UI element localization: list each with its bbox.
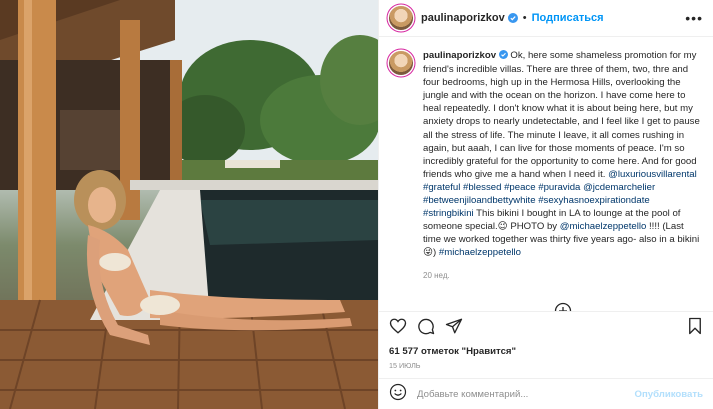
mention-michaelzeppetello[interactable]: @michaelzeppetello (560, 221, 647, 232)
bookmark-icon[interactable] (687, 317, 703, 335)
author-avatar[interactable] (389, 6, 413, 30)
hashtag-peace[interactable]: #peace (504, 182, 535, 193)
comment-input[interactable] (415, 387, 635, 401)
caption-username[interactable]: paulinaporizkov (423, 50, 496, 61)
hashtag-stringbikini[interactable]: #stringbikini (423, 208, 474, 219)
post-age: 20 нед. (423, 270, 450, 280)
caption-avatar[interactable] (389, 51, 413, 75)
post-header: paulinaporizkov • Подписаться ••• (379, 0, 713, 37)
caption-part-5: ) (433, 247, 437, 259)
caption-area: paulinaporizkov Ok, here some shameless … (379, 37, 713, 311)
comment-box: Опубликовать (379, 378, 713, 409)
smiley-icon[interactable] (389, 383, 407, 406)
action-bar (379, 311, 713, 340)
author-username[interactable]: paulinaporizkov (421, 12, 505, 24)
speech-bubble-icon[interactable] (417, 317, 435, 335)
post-photo[interactable] (0, 0, 378, 409)
post-date: 15 июль (389, 361, 421, 370)
heart-icon[interactable] (389, 317, 407, 335)
likes-count[interactable]: 61 577 отметок "Нравится" (379, 340, 713, 357)
mention-jcdemarchelier[interactable]: @jcdemarchelier (583, 182, 655, 193)
hashtag-michaelzeppetello[interactable]: #michaelzeppetello (439, 247, 521, 258)
verified-badge-icon (498, 50, 508, 63)
tongue-emoji: 😜 (423, 247, 434, 259)
hashtag-blessed[interactable]: #blessed (463, 182, 501, 193)
hashtag-sexyhasnoexpirationdate[interactable]: #sexyhasnoexpirationdate (538, 195, 649, 206)
more-options-icon[interactable]: ••• (685, 11, 703, 25)
post-side-panel: paulinaporizkov • Подписаться ••• paulin… (378, 0, 713, 409)
follow-button[interactable]: Подписаться (532, 12, 604, 24)
load-more-comments[interactable] (423, 302, 703, 311)
instagram-post: paulinaporizkov • Подписаться ••• paulin… (0, 0, 713, 409)
verified-badge-icon (507, 13, 518, 23)
wink-emoji: 😉 (497, 221, 508, 233)
header-separator: • (522, 12, 527, 24)
publish-button[interactable]: Опубликовать (634, 389, 703, 400)
plus-circle-icon[interactable] (554, 302, 572, 311)
caption-text: paulinaporizkov Ok, here some shameless … (423, 49, 703, 311)
hashtag-grateful[interactable]: #grateful (423, 182, 460, 193)
hashtag-betweenjiloandbettywhite[interactable]: #betweenjiloandbettywhite (423, 195, 536, 206)
mention-luxuriousvillarental[interactable]: @luxuriousvillarental (608, 169, 697, 180)
paper-plane-icon[interactable] (445, 317, 463, 335)
caption-part-1: Ok, here some shameless promotion for my… (423, 50, 700, 180)
caption-part-3: PHOTO by (510, 221, 558, 233)
hashtag-puravida[interactable]: #puravida (538, 182, 580, 193)
